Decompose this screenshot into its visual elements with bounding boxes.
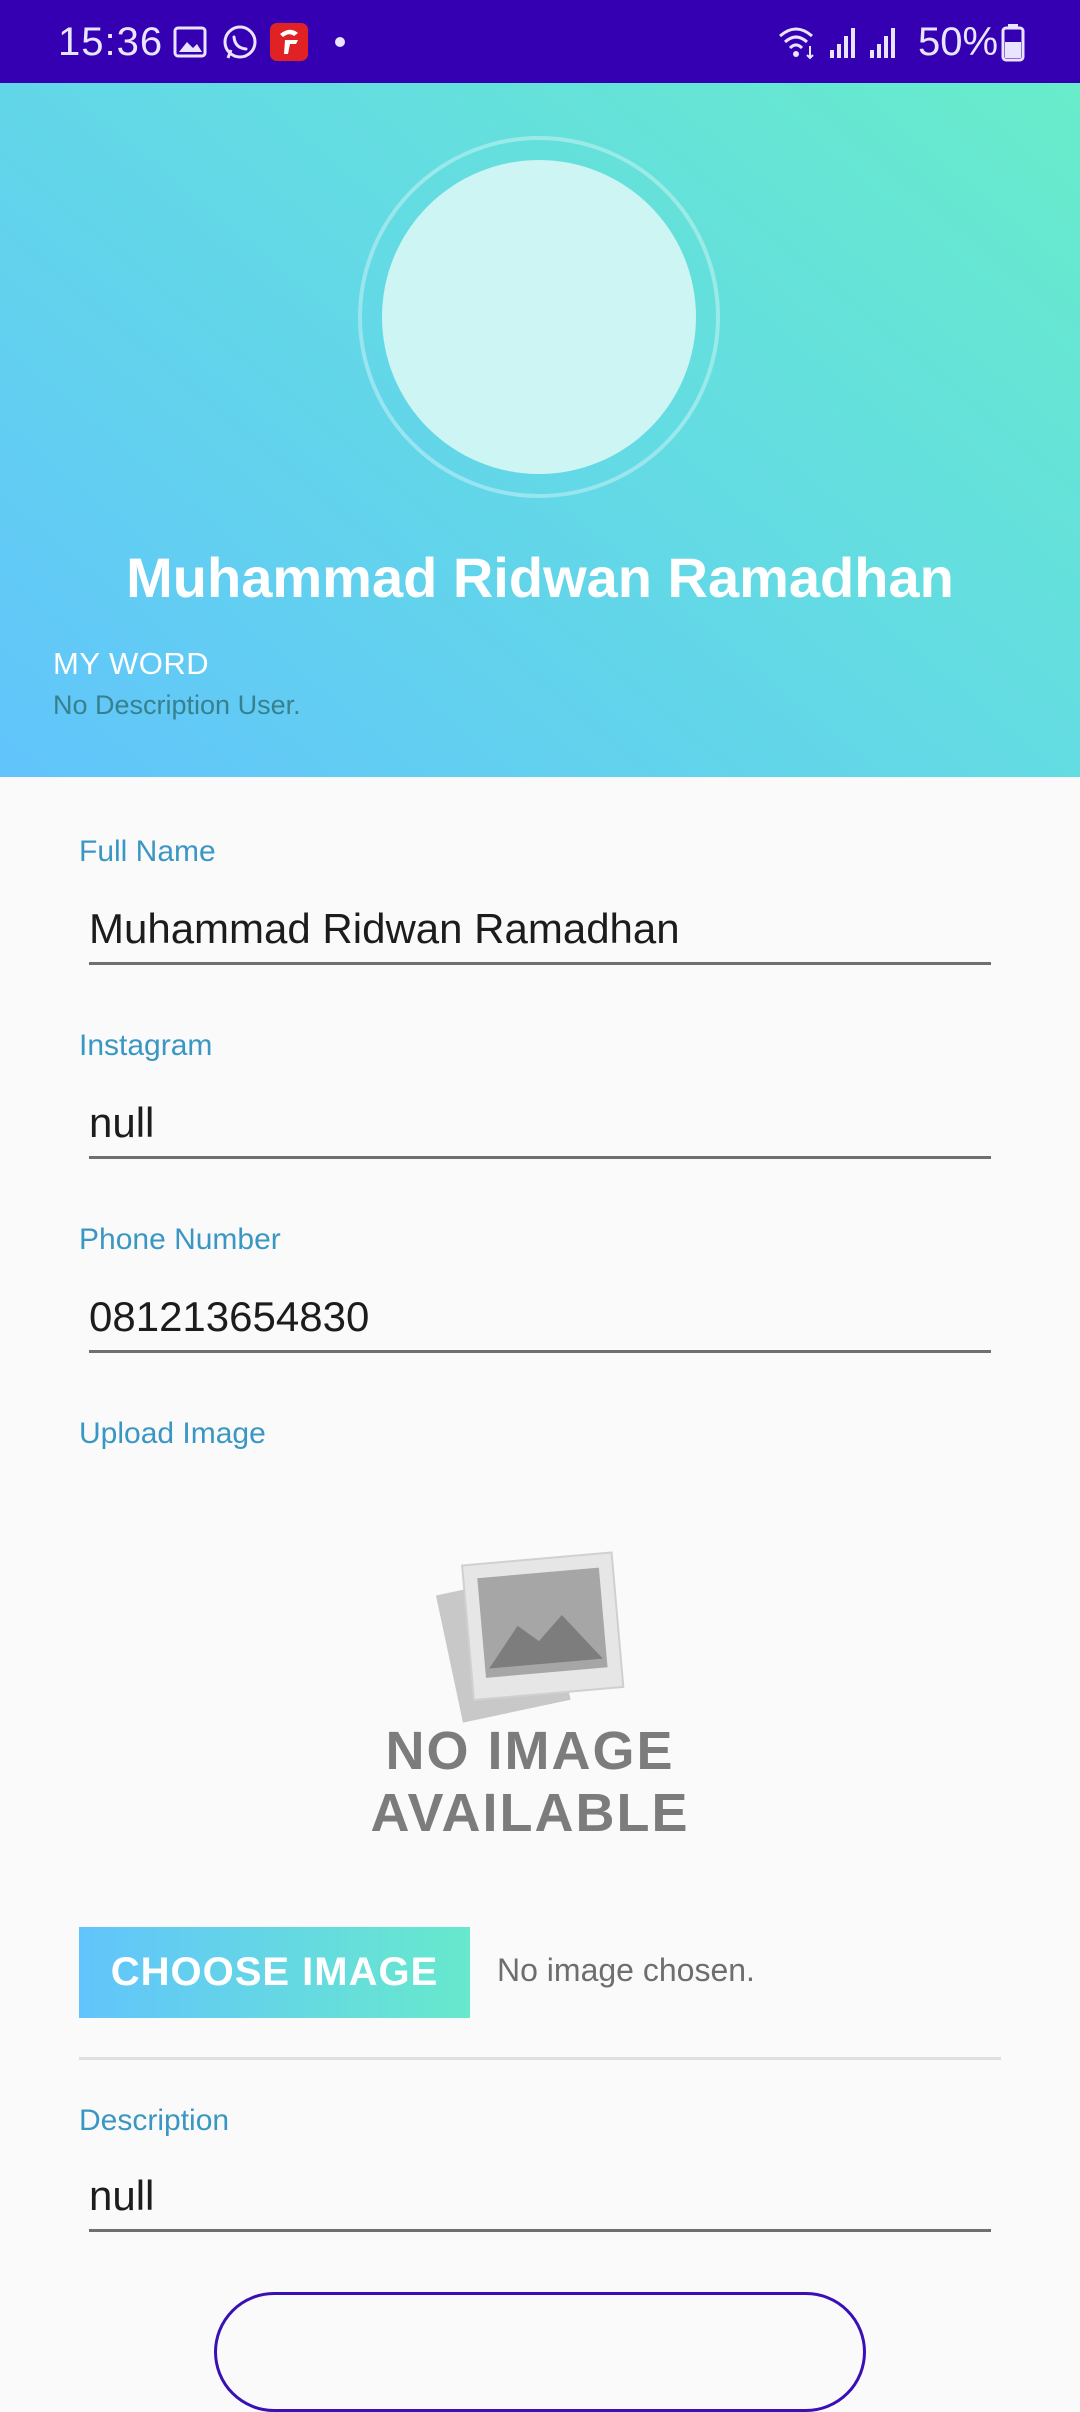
save-button[interactable] — [214, 2292, 866, 2412]
full-name-label: Full Name — [79, 835, 216, 868]
battery-percentage: 50% — [918, 20, 999, 64]
status-bar: 15:36 50% — [0, 0, 1080, 83]
phone-number-input[interactable] — [89, 1283, 991, 1353]
profile-header: Muhammad Ridwan Ramadhan MY WORD No Desc… — [0, 83, 1080, 777]
instagram-label: Instagram — [79, 1029, 213, 1062]
choose-image-button[interactable]: CHOOSE IMAGE — [79, 1927, 470, 2018]
my-word-label: MY WORD — [53, 646, 210, 681]
no-image-text-line2: AVAILABLE — [370, 1783, 690, 1843]
my-word-description: No Description User. — [53, 690, 301, 720]
avatar[interactable] — [382, 160, 696, 474]
full-name-input[interactable] — [89, 895, 991, 965]
divider — [79, 2057, 1001, 2060]
upload-image-label: Upload Image — [79, 1417, 266, 1450]
signal-icon — [830, 28, 855, 58]
image-chosen-status: No image chosen. — [497, 1952, 755, 1988]
description-label: Description — [79, 2104, 230, 2137]
instagram-input[interactable] — [89, 1089, 991, 1159]
telkomsel-icon — [270, 23, 308, 61]
no-image-text-line1: NO IMAGE — [385, 1721, 675, 1781]
battery-icon — [1001, 24, 1025, 62]
wifi-icon — [779, 27, 814, 60]
no-image-text: NO IMAGE AVAILABLE — [330, 1720, 730, 1844]
whatsapp-icon — [223, 25, 257, 59]
dot-icon — [335, 37, 345, 47]
profile-name: Muhammad Ridwan Ramadhan — [126, 546, 954, 609]
description-input[interactable] — [89, 2162, 991, 2232]
phone-number-label: Phone Number — [79, 1223, 281, 1256]
signal-icon — [870, 28, 895, 58]
status-time: 15:36 — [58, 20, 164, 64]
gallery-icon — [173, 26, 207, 58]
